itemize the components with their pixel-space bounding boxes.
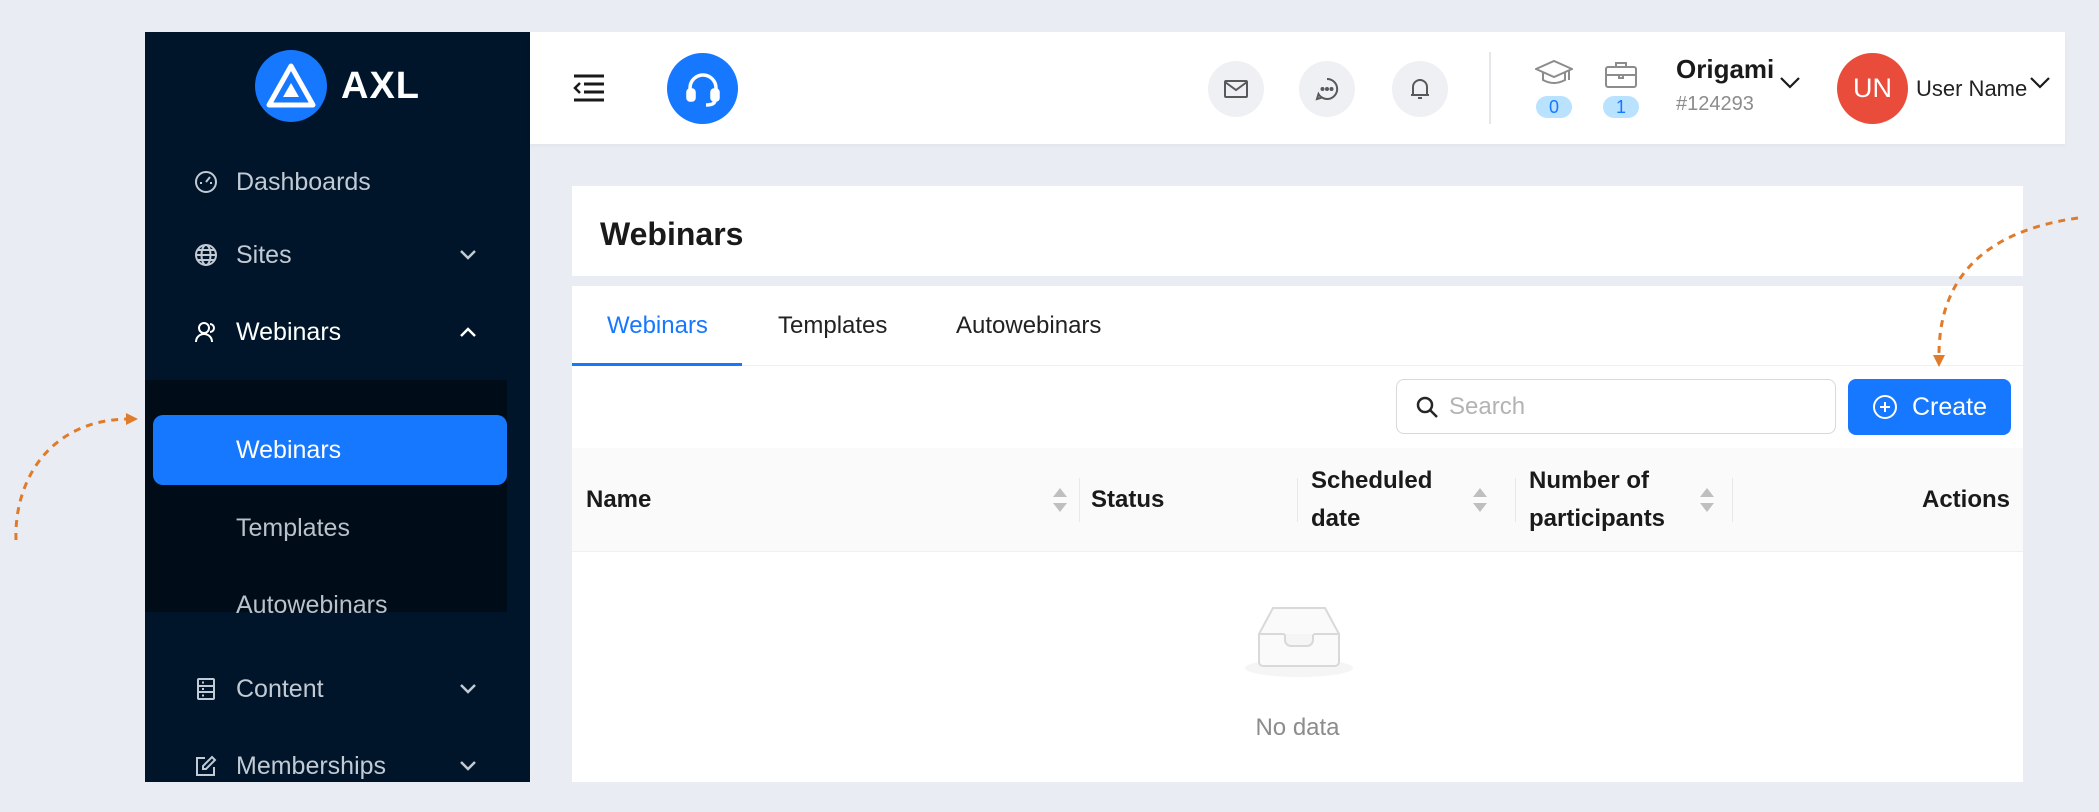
- graduation-cap-icon: [1534, 56, 1574, 92]
- sidebar-subitem-label: Autowebinars: [236, 590, 388, 619]
- sort-icon[interactable]: [1052, 484, 1068, 516]
- column-header-name[interactable]: Name: [586, 448, 1067, 552]
- search-icon: [1416, 396, 1438, 418]
- column-separator: [1732, 478, 1733, 522]
- sidebar-item-label: Webinars: [236, 317, 342, 346]
- annotation-arrow-sidebar: [14, 413, 138, 541]
- search-box[interactable]: [1396, 379, 1836, 434]
- menu-fold-icon[interactable]: [572, 72, 606, 104]
- users-icon: [193, 319, 219, 345]
- sidebar-item-webinars[interactable]: Webinars: [145, 297, 530, 367]
- logo[interactable]: AXL: [255, 50, 420, 122]
- table-header: Name Status Scheduled date Number of par…: [572, 448, 2023, 552]
- sidebar-item-label: Sites: [236, 240, 292, 269]
- bell-icon: [1411, 79, 1429, 99]
- sidebar-submenu-webinars: Webinars Templates Autowebinars: [145, 380, 507, 619]
- tab-autowebinars[interactable]: Autowebinars: [956, 286, 1101, 366]
- jobs-count-badge: 1: [1603, 96, 1639, 118]
- sidebar-item-content[interactable]: Content: [145, 654, 530, 724]
- chevron-down-icon: [457, 244, 479, 266]
- chat-icon: [1315, 77, 1339, 101]
- create-button[interactable]: Create: [1848, 379, 2011, 435]
- sidebar: AXL Dashboards Sites Webinars Webinars T…: [145, 32, 530, 782]
- briefcase-icon: [1601, 56, 1641, 92]
- header-divider: [1489, 52, 1491, 124]
- sort-icon[interactable]: [1699, 484, 1715, 516]
- sidebar-subitem-label: Templates: [236, 513, 350, 542]
- sidebar-item-sites[interactable]: Sites: [145, 220, 530, 290]
- column-header-label: Name: [586, 486, 652, 513]
- empty-state: No data: [572, 552, 2023, 782]
- webinars-card: Webinars Templates Autowebinars Create N…: [572, 286, 2023, 782]
- create-button-label: Create: [1911, 392, 1988, 421]
- sidebar-item-label: Memberships: [236, 751, 387, 780]
- user-name[interactable]: User Name: [1916, 76, 2027, 102]
- mail-icon: [1224, 80, 1248, 98]
- page-title: Webinars: [600, 216, 744, 252]
- notifications-button[interactable]: [1392, 61, 1448, 117]
- logo-text: AXL: [341, 64, 420, 107]
- column-header-scheduled-date[interactable]: Scheduled date: [1311, 448, 1491, 552]
- courses-count-badge: 0: [1536, 96, 1572, 118]
- column-separator: [1079, 478, 1080, 522]
- sidebar-subitem-webinars[interactable]: Webinars: [153, 415, 507, 485]
- mail-button[interactable]: [1208, 61, 1264, 117]
- chevron-down-icon: [457, 678, 479, 700]
- chevron-down-icon: [457, 755, 479, 777]
- empty-inbox-icon: [1245, 607, 1353, 677]
- support-button[interactable]: [667, 53, 738, 124]
- column-header-label: Scheduled date: [1311, 467, 1433, 532]
- sidebar-item-dashboards[interactable]: Dashboards: [145, 147, 530, 217]
- annotation-arrow-create: [1933, 216, 2079, 367]
- column-separator: [1515, 478, 1516, 522]
- page-title-card: Webinars: [572, 186, 2023, 276]
- tab-bar: Webinars Templates Autowebinars: [572, 286, 2023, 366]
- logo-mark-icon: [255, 50, 327, 122]
- column-header-label: Number of participants: [1529, 467, 1666, 532]
- column-header-actions: Actions: [1872, 448, 2010, 552]
- column-header-status: Status: [1091, 448, 1291, 552]
- tab-templates[interactable]: Templates: [778, 286, 887, 366]
- avatar[interactable]: UN: [1837, 53, 1908, 124]
- sidebar-item-label: Dashboards: [236, 167, 371, 196]
- column-header-label: Status: [1091, 486, 1165, 513]
- top-header: 0 1 Origami #124293 UN User Name: [530, 32, 2065, 144]
- empty-state-text: No data: [1255, 714, 1340, 741]
- sidebar-item-label: Content: [236, 674, 324, 703]
- content-icon: [193, 676, 219, 702]
- chevron-down-icon[interactable]: [2029, 76, 2053, 100]
- chat-button[interactable]: [1299, 61, 1355, 117]
- chevron-down-icon[interactable]: [1779, 76, 1803, 100]
- column-header-participants[interactable]: Number of participants: [1529, 448, 1729, 552]
- jobs-counter[interactable]: 1: [1601, 56, 1641, 120]
- plus-circle-icon: [1872, 395, 1897, 419]
- sidebar-subitem-templates[interactable]: Templates: [145, 493, 507, 563]
- organization-name: Origami: [1676, 54, 1775, 84]
- organization-selector[interactable]: Origami #124293: [1676, 54, 1774, 116]
- column-separator: [1297, 478, 1298, 522]
- sidebar-subitem-autowebinars[interactable]: Autowebinars: [145, 570, 507, 640]
- headset-icon: [685, 72, 720, 107]
- sidebar-subitem-label: Webinars: [236, 435, 342, 464]
- column-header-label: Actions: [1921, 486, 2010, 513]
- courses-counter[interactable]: 0: [1534, 56, 1574, 120]
- tab-webinars[interactable]: Webinars: [607, 286, 708, 366]
- sort-icon[interactable]: [1472, 484, 1488, 516]
- dashboard-icon: [193, 169, 219, 195]
- globe-icon: [193, 242, 219, 268]
- organization-id: #124293: [1676, 93, 1754, 115]
- edit-icon: [193, 753, 219, 779]
- sidebar-item-memberships[interactable]: Memberships: [145, 731, 530, 801]
- search-input[interactable]: [1449, 392, 1819, 421]
- chevron-up-icon: [457, 321, 479, 343]
- tab-ink-bar: [572, 363, 742, 366]
